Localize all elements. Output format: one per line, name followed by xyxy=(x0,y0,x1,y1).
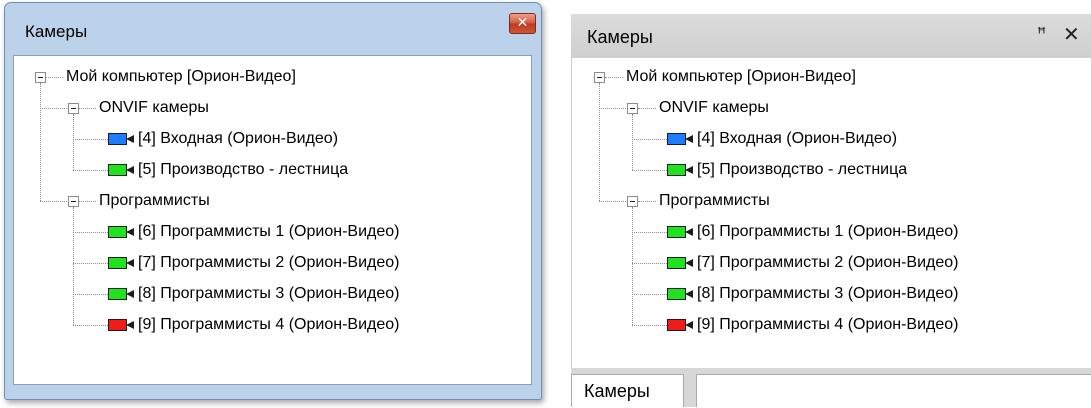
collapse-toggle-icon[interactable] xyxy=(627,103,638,114)
tree-guide-line xyxy=(632,139,667,140)
tree-guide-line xyxy=(73,170,108,171)
tree-guide-line xyxy=(638,108,656,109)
tree-guide-line xyxy=(79,108,96,109)
tree-guide-line xyxy=(638,201,656,202)
tree-group-node[interactable]: Программисты xyxy=(659,191,770,210)
camera-icon xyxy=(108,225,134,238)
tree-guide-line xyxy=(605,77,623,78)
tree-guide-line xyxy=(632,207,633,325)
tree-guide-line xyxy=(73,325,108,326)
camera-icon xyxy=(108,256,134,269)
camera-icon xyxy=(108,163,134,176)
camera-node[interactable]: [4] Входная (Орион-Видео) xyxy=(697,129,897,148)
tree-guide-line xyxy=(73,139,108,140)
camera-node[interactable]: [9] Программисты 4 (Орион-Видео) xyxy=(138,315,399,334)
window-title: Камеры xyxy=(25,22,88,41)
tree-guide-line xyxy=(632,170,667,171)
camera-lens xyxy=(685,135,693,143)
tree-root-node[interactable]: Мой компьютер [Орион-Видео] xyxy=(626,67,856,86)
tree-guide-line xyxy=(73,294,108,295)
camera-lens xyxy=(126,290,134,298)
tab-cameras[interactable]: Камеры xyxy=(571,374,684,407)
camera-node[interactable]: [8] Программисты 3 (Орион-Видео) xyxy=(138,284,399,303)
camera-lens xyxy=(685,321,693,329)
camera-body xyxy=(108,319,127,331)
camera-node[interactable]: [7] Программисты 2 (Орион-Видео) xyxy=(138,253,399,272)
cameras-docked-panel: Камеры ꟸ ✕ Мой компьютер [Орион-Видео] ON… xyxy=(571,14,1091,407)
tree-guide-line xyxy=(632,294,667,295)
camera-icon xyxy=(667,256,693,269)
cameras-floating-window: Камеры ✕ Мой компьютер [Орион-Видео] ONVI… xyxy=(4,2,542,400)
tree-guide-line xyxy=(632,114,633,170)
camera-lens xyxy=(685,166,693,174)
collapse-toggle-icon[interactable] xyxy=(35,72,46,83)
tree-guide-line xyxy=(73,207,74,325)
collapse-toggle-icon[interactable] xyxy=(594,72,605,83)
camera-node[interactable]: [7] Программисты 2 (Орион-Видео) xyxy=(697,253,958,272)
collapse-toggle-icon[interactable] xyxy=(627,196,638,207)
tree-guide-line xyxy=(632,232,667,233)
camera-tree-panel: Мой компьютер [Орион-Видео] ONVIF камеры [… xyxy=(13,55,532,385)
camera-node[interactable]: [8] Программисты 3 (Орион-Видео) xyxy=(697,284,958,303)
camera-tree-panel: Мой компьютер [Орион-Видео] ONVIF камеры [… xyxy=(571,58,1091,368)
camera-body xyxy=(108,133,127,145)
camera-body xyxy=(108,257,127,269)
collapse-toggle-icon[interactable] xyxy=(68,196,79,207)
tree-group-node[interactable]: ONVIF камеры xyxy=(99,98,209,117)
camera-node[interactable]: [6] Программисты 1 (Орион-Видео) xyxy=(138,222,399,241)
camera-icon xyxy=(667,132,693,145)
close-icon[interactable]: ✕ xyxy=(1063,22,1080,46)
camera-node[interactable]: [6] Программисты 1 (Орион-Видео) xyxy=(697,222,958,241)
camera-body xyxy=(667,133,686,145)
camera-node[interactable]: [4] Входная (Орион-Видео) xyxy=(138,129,338,148)
camera-body xyxy=(667,319,686,331)
camera-lens xyxy=(126,228,134,236)
tree-group-node[interactable]: Программисты xyxy=(99,191,210,210)
camera-icon xyxy=(108,132,134,145)
camera-lens xyxy=(685,228,693,236)
tree-guide-line xyxy=(599,83,600,201)
camera-body xyxy=(108,288,127,300)
tree-guide-line xyxy=(46,77,63,78)
camera-lens xyxy=(126,321,134,329)
tree-guide-line xyxy=(73,114,74,170)
panel-title: Камеры xyxy=(587,27,653,47)
camera-body xyxy=(667,257,686,269)
camera-icon xyxy=(108,287,134,300)
camera-lens xyxy=(126,166,134,174)
tree-guide-line xyxy=(632,325,667,326)
panel-header: Камеры ꟸ ✕ xyxy=(571,14,1091,58)
tree-guide-line xyxy=(79,201,96,202)
tree-group-node[interactable]: ONVIF камеры xyxy=(659,98,769,117)
camera-lens xyxy=(685,259,693,267)
close-button[interactable]: ✕ xyxy=(509,13,536,34)
tree-guide-line xyxy=(73,232,108,233)
camera-body xyxy=(108,164,127,176)
camera-node[interactable]: [5] Производство - лестница xyxy=(697,160,907,179)
tree-guide-line xyxy=(632,263,667,264)
tab-bar-empty-area xyxy=(696,374,1091,407)
camera-lens xyxy=(685,290,693,298)
pin-icon[interactable]: ꟸ xyxy=(1037,24,1046,43)
camera-icon xyxy=(667,225,693,238)
camera-icon xyxy=(667,163,693,176)
camera-lens xyxy=(126,259,134,267)
tree-guide-line xyxy=(73,263,108,264)
camera-icon xyxy=(667,287,693,300)
tree-guide-line xyxy=(40,83,41,201)
camera-body xyxy=(667,288,686,300)
camera-node[interactable]: [9] Программисты 4 (Орион-Видео) xyxy=(697,315,958,334)
camera-icon xyxy=(108,318,134,331)
camera-body xyxy=(667,164,686,176)
camera-body xyxy=(108,226,127,238)
panel-tab-bar: Камеры xyxy=(571,368,1091,407)
camera-node[interactable]: [5] Производство - лестница xyxy=(138,160,348,179)
camera-lens xyxy=(126,135,134,143)
collapse-toggle-icon[interactable] xyxy=(68,103,79,114)
camera-body xyxy=(667,226,686,238)
camera-icon xyxy=(667,318,693,331)
tree-root-node[interactable]: Мой компьютер [Орион-Видео] xyxy=(66,67,296,86)
